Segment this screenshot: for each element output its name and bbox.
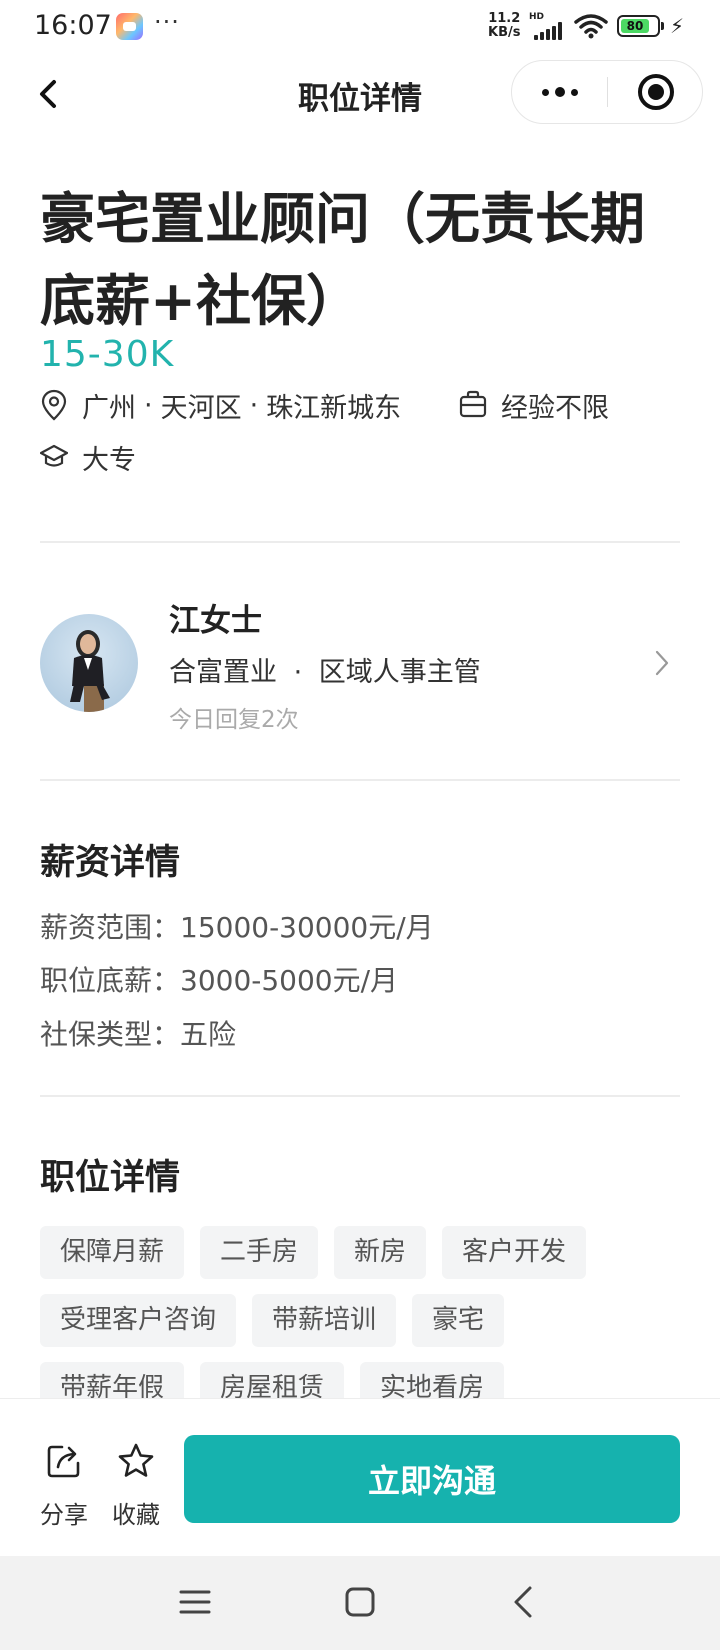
- recruiter-company-role: 合富置业 · 区域人事主管: [169, 650, 481, 689]
- job-tag: 二手房: [200, 1226, 319, 1279]
- recruiter-role: 区域人事主管: [318, 657, 481, 688]
- status-bar: 16:07 ··· 11.2 KB/s HD 80 ⚡: [0, 0, 720, 54]
- graduation-cap-icon: [40, 444, 68, 467]
- location-district: 天河区: [160, 392, 242, 424]
- experience-text: 经验不限: [501, 392, 609, 424]
- share-label: 分享: [40, 1501, 88, 1529]
- capsule-divider: [607, 77, 608, 107]
- system-navigation-bar: [0, 1556, 720, 1650]
- network-speed: 11.2 KB/s: [488, 12, 520, 40]
- location-area: 珠江新城东: [266, 392, 402, 424]
- network-speed-unit: KB/s: [488, 25, 521, 40]
- job-title: 豪宅置业顾问（无责长期底薪+社保）: [40, 187, 646, 333]
- job-tag: 豪宅: [412, 1294, 505, 1347]
- avatar[interactable]: [40, 614, 138, 712]
- star-icon: [118, 1443, 154, 1477]
- section-divider: [40, 779, 680, 781]
- signal-icon: [530, 22, 566, 40]
- job-experience: 经验不限: [459, 387, 609, 424]
- share-icon: [47, 1445, 80, 1478]
- share-button[interactable]: 分享: [32, 1441, 96, 1530]
- favorite-button[interactable]: 收藏: [104, 1441, 168, 1530]
- job-tag: 客户开发: [442, 1226, 587, 1279]
- salary-range-line: 薪资范围：15000-30000元/月: [40, 911, 434, 944]
- salary-details-title: 薪资详情: [40, 843, 181, 883]
- section-divider: [40, 541, 680, 543]
- battery-icon: 80: [617, 15, 664, 37]
- network-speed-value: 11.2: [488, 11, 521, 26]
- charging-icon: ⚡: [670, 14, 685, 38]
- mini-program-capsule: [511, 60, 703, 124]
- job-location: 广州 · 天河区 · 珠江新城东: [40, 387, 402, 424]
- recruiter-company: 合富置业: [169, 657, 277, 688]
- menu-icon[interactable]: [173, 1580, 217, 1624]
- home-square-icon[interactable]: [338, 1580, 382, 1624]
- job-education: 大专: [40, 439, 136, 476]
- notification-more-icon: ···: [154, 8, 180, 36]
- location-city: 广州: [82, 392, 136, 424]
- recruiter-photo: [70, 630, 110, 712]
- location-pin-icon: [41, 389, 67, 421]
- job-details-title: 职位详情: [40, 1158, 181, 1198]
- game-app-icon: [116, 13, 143, 40]
- recruiter-separator: ·: [293, 657, 303, 688]
- job-tag: 带薪培训: [252, 1294, 397, 1347]
- chat-now-button[interactable]: 立即沟通: [184, 1435, 680, 1523]
- wifi-icon: [574, 14, 608, 39]
- job-tag: 受理客户咨询: [40, 1294, 237, 1347]
- target-circle-icon[interactable]: [638, 74, 674, 110]
- back-triangle-icon[interactable]: [502, 1580, 546, 1624]
- status-time: 16:07: [34, 10, 112, 41]
- location-separator: ·: [249, 389, 259, 421]
- job-salary: 15-30K: [40, 334, 175, 375]
- recruiter-name[interactable]: 江女士: [169, 595, 262, 640]
- recruiter-reply-info: 今日回复2次: [169, 707, 299, 733]
- education-text: 大专: [82, 444, 136, 476]
- insurance-type-line: 社保类型：五险: [40, 1018, 237, 1051]
- job-tag: 保障月薪: [40, 1226, 185, 1279]
- chevron-right-icon[interactable]: [652, 648, 672, 678]
- battery-level: 80: [621, 19, 649, 33]
- more-dots-icon[interactable]: [512, 61, 608, 123]
- navigation-bar: 职位详情: [0, 54, 720, 134]
- section-divider: [40, 1095, 680, 1097]
- location-separator: ·: [144, 389, 153, 421]
- favorite-label: 收藏: [112, 1501, 160, 1529]
- base-salary-line: 职位底薪：3000-5000元/月: [40, 964, 399, 997]
- job-tag: 新房: [334, 1226, 427, 1279]
- hd-label: HD: [529, 12, 545, 22]
- bottom-action-bar: 分享 收藏 立即沟通: [0, 1398, 720, 1556]
- briefcase-icon: [459, 390, 487, 418]
